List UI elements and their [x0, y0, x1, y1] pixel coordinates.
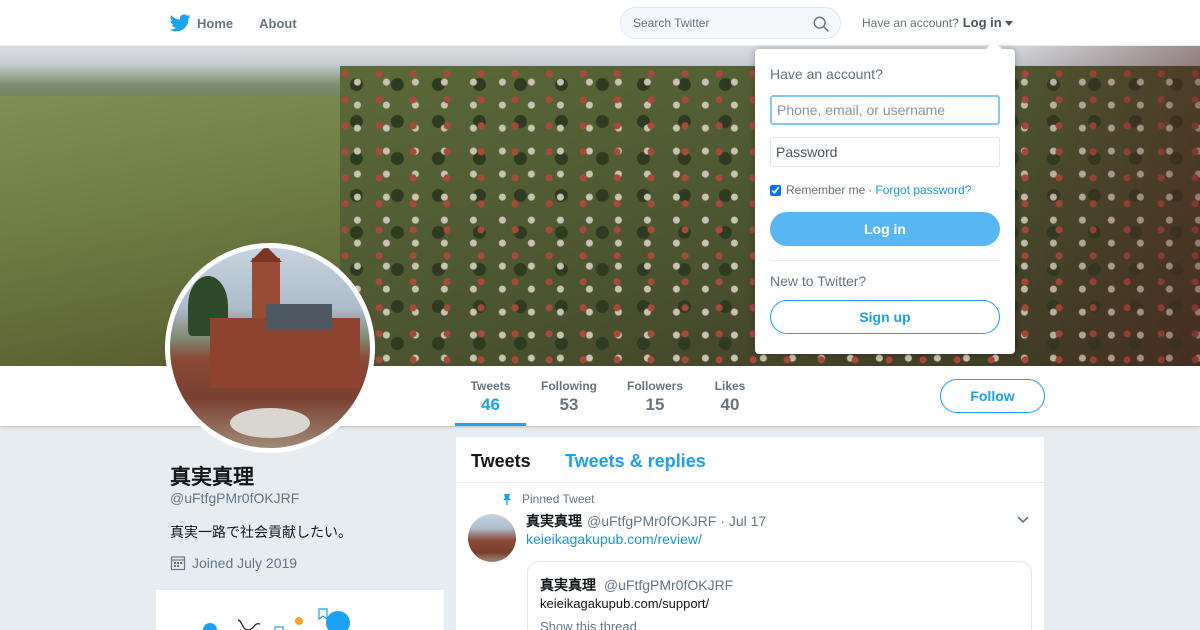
username-field[interactable]: [770, 95, 1000, 125]
stat-tweets[interactable]: Tweets 46: [455, 366, 526, 426]
avatar-image: [170, 248, 370, 448]
quote-text: keieikagakupub.com/support/: [540, 596, 710, 611]
stat-label: Following: [541, 379, 597, 393]
media-card: [156, 590, 444, 630]
timeline: Tweets Tweets & replies Pinned Tweet 真実真…: [456, 437, 1044, 630]
dropdown-title: Have an account?: [770, 66, 883, 82]
chevron-down-icon[interactable]: [1004, 20, 1013, 26]
login-button[interactable]: Log in: [770, 212, 1000, 246]
stat-following[interactable]: Following 53: [537, 366, 601, 426]
avatar-glass: [266, 304, 332, 330]
twitter-bird-icon: [170, 14, 191, 32]
password-field[interactable]: [770, 137, 1000, 167]
forgot-password-link[interactable]: Forgot password?: [875, 183, 971, 197]
avatar-roof: [250, 248, 282, 262]
follow-button[interactable]: Follow: [940, 379, 1045, 413]
bookmark-icon: [318, 608, 328, 620]
avatar-fountain: [230, 408, 310, 438]
signup-button[interactable]: Sign up: [770, 300, 1000, 334]
stat-label: Likes: [714, 379, 746, 393]
profile-name[interactable]: 真実真理: [170, 461, 254, 491]
avatar[interactable]: [165, 243, 375, 453]
show-thread-link[interactable]: Show this thread: [540, 619, 637, 630]
trophy-icon: [295, 617, 303, 625]
chevron-down-icon[interactable]: [1017, 516, 1029, 524]
stat-label: Followers: [626, 379, 683, 393]
stat-value: 15: [645, 395, 665, 414]
decor-dot: [326, 611, 350, 630]
remember-row: Remember me · Forgot password?: [770, 183, 971, 197]
login-dropdown: Have an account? Remember me · Forgot pa…: [755, 41, 1015, 354]
banner-shade: [1000, 46, 1200, 366]
new-to-twitter-label: New to Twitter?: [770, 273, 867, 289]
decor-dot: [203, 623, 217, 630]
stat-label: Tweets: [470, 379, 511, 393]
pin-icon: [503, 494, 511, 505]
stat-value: 40: [720, 395, 740, 414]
quoted-tweet[interactable]: 真実真理 @uFtfgPMr0fOKJRF keieikagakupub.com…: [527, 561, 1032, 630]
nav-about[interactable]: About: [259, 0, 297, 46]
separator: ·: [868, 183, 873, 197]
tweet-author-name[interactable]: 真実真理: [526, 511, 582, 531]
remember-checkbox[interactable]: [770, 184, 781, 196]
stat-followers[interactable]: Followers 15: [623, 366, 687, 426]
stat-likes[interactable]: Likes 40: [708, 366, 752, 426]
stat-value: 46: [481, 395, 500, 414]
quote-header: 真実真理 @uFtfgPMr0fOKJRF: [540, 575, 733, 595]
profile-bio: 真実一路で社会貢献したい。: [170, 524, 352, 540]
nav-home[interactable]: Home: [170, 0, 233, 46]
remember-label[interactable]: Remember me: [786, 183, 865, 197]
timeline-tabs: Tweets Tweets & replies: [456, 437, 1044, 483]
have-account-label: Have an account?: [862, 15, 959, 30]
search-icon[interactable]: [812, 15, 830, 33]
dropdown-arrow: [986, 41, 1002, 49]
stat-value: 53: [559, 395, 579, 414]
quote-author-handle: @uFtfgPMr0fOKJRF: [603, 577, 734, 593]
frame-icon: [274, 626, 284, 630]
profile-joined: Joined July 2019: [170, 555, 297, 571]
divider: [770, 260, 1000, 261]
account-menu: Have an account? Log in: [862, 15, 1013, 30]
login-toggle[interactable]: Log in: [963, 15, 1002, 30]
nav-left: Home About: [170, 0, 323, 46]
squiggle-icon: [237, 619, 261, 630]
search-input[interactable]: [633, 16, 803, 30]
pinned-indicator: Pinned Tweet: [502, 492, 595, 506]
top-nav-bar: Home About Have an account? Log in: [0, 0, 1200, 46]
tweet-author-handle[interactable]: @uFtfgPMr0fOKJRF: [587, 513, 716, 529]
nav-about-label: About: [259, 15, 297, 31]
tweet-link[interactable]: keieikagakupub.com/review/: [526, 531, 702, 547]
calendar-icon: [170, 556, 186, 571]
tab-tweets[interactable]: Tweets: [471, 451, 531, 472]
search-box: [620, 7, 841, 39]
tweet-date[interactable]: · Jul 17: [720, 513, 766, 529]
joined-label: Joined July 2019: [192, 555, 298, 571]
profile-handle[interactable]: @uFtfgPMr0fOKJRF: [170, 490, 299, 506]
tweet-header: 真実真理 @uFtfgPMr0fOKJRF · Jul 17: [526, 511, 766, 531]
pinned-label: Pinned Tweet: [522, 492, 595, 506]
tab-tweets-replies[interactable]: Tweets & replies: [565, 451, 706, 472]
quote-author-name: 真実真理: [540, 577, 596, 593]
nav-home-label: Home: [197, 15, 234, 31]
tweet-avatar[interactable]: [468, 514, 516, 562]
